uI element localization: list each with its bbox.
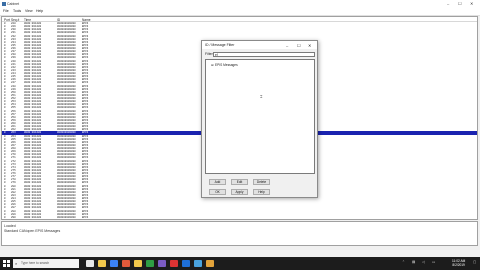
dialog-minimize-icon[interactable]: – — [286, 43, 288, 48]
taskbar: ⌕ Type here to search ⌃ ▤ ◁ ▭ 11:02 AM 8… — [0, 257, 480, 270]
apply-button[interactable]: Apply — [231, 189, 248, 195]
app-icon — [2, 1, 6, 6]
volume-icon[interactable]: ◁ — [422, 260, 425, 264]
maximize-icon[interactable]: ☐ — [458, 1, 462, 6]
language-icon[interactable]: ▭ — [432, 260, 435, 264]
col-header-port[interactable]: Port — [4, 18, 10, 22]
message-tree[interactable]: ⊞ EPIS Messages — [205, 59, 315, 174]
table-row[interactable]: 0 291 0000:004480 000000000000 EPIS — [2, 219, 477, 220]
cell-name: EPIS — [82, 219, 88, 220]
edit-button[interactable]: Edit — [231, 179, 248, 185]
dialog-maximize-icon[interactable]: ☐ — [297, 43, 301, 48]
col-header-id[interactable]: ID — [57, 18, 60, 22]
cell-time: 0000:004480 — [24, 219, 41, 220]
network-icon[interactable]: ▤ — [412, 260, 415, 264]
tree-node-epis-messages[interactable]: EPIS Messages — [215, 63, 238, 67]
dialog-close-icon[interactable]: ✕ — [308, 43, 311, 48]
taskbar-app-icon[interactable] — [182, 260, 190, 267]
search-icon: ⌕ — [15, 261, 18, 266]
status-line-2: Standard CANopen EPIS Messages — [4, 229, 61, 233]
taskbar-clock[interactable]: 11:02 AM 8/2/2019 — [452, 259, 465, 268]
filter-input[interactable]: ef — [213, 51, 315, 57]
taskbar-search-input[interactable]: ⌕ Type here to search — [13, 259, 79, 268]
search-placeholder: Type here to search — [21, 261, 50, 265]
dialog-title-bar: ID / Message Filter – ☐ ✕ — [202, 41, 317, 49]
add-button[interactable]: Add — [209, 179, 226, 185]
windows-start-icon[interactable] — [3, 260, 10, 267]
taskbar-app-icon[interactable] — [110, 260, 118, 267]
ok-button[interactable]: OK — [209, 189, 226, 195]
expand-icon[interactable]: ⊞ — [211, 63, 214, 67]
menu-tools[interactable]: Tools — [13, 9, 21, 13]
window-title: Cabinet — [7, 1, 20, 6]
menu-file[interactable]: File — [3, 9, 9, 13]
clock-date: 8/2/2019 — [452, 263, 465, 268]
delete-button[interactable]: Delete — [253, 179, 270, 185]
taskbar-app-icon[interactable] — [170, 260, 178, 267]
filter-dialog: ID / Message Filter – ☐ ✕ Filter: ef ⊞ E… — [201, 40, 318, 198]
mouse-cursor-icon: ⌶ — [260, 94, 263, 99]
menu-bar: File Tools View Help — [0, 7, 480, 16]
taskbar-app-icon[interactable] — [146, 260, 154, 267]
col-header-seq[interactable]: Seq # — [11, 18, 19, 22]
taskbar-app-icon[interactable] — [86, 260, 94, 267]
taskbar-app-icon[interactable] — [122, 260, 130, 267]
taskbar-app-icon[interactable] — [206, 260, 214, 267]
help-button[interactable]: Help — [253, 189, 270, 195]
menu-help[interactable]: Help — [36, 9, 43, 13]
taskbar-app-icon[interactable] — [158, 260, 166, 267]
cell-seq: 291 — [11, 219, 16, 220]
menu-view[interactable]: View — [25, 9, 33, 13]
minimize-icon[interactable]: – — [447, 1, 449, 6]
cell-id: 000000000000 — [57, 219, 76, 220]
status-panel: Loaded Standard CANopen EPIS Messages — [1, 221, 478, 246]
cell-port: 0 — [4, 219, 6, 220]
status-line-1: Loaded — [4, 224, 16, 228]
taskbar-app-icon[interactable] — [98, 260, 106, 267]
taskbar-app-icon[interactable] — [134, 260, 142, 267]
col-header-time[interactable]: Time — [24, 18, 31, 22]
taskbar-app-icon[interactable] — [194, 260, 202, 267]
col-header-name[interactable]: Name — [82, 18, 91, 22]
notifications-icon[interactable]: ▢ — [473, 260, 476, 264]
tray-chevron-icon[interactable]: ⌃ — [402, 260, 405, 264]
title-bar: Cabinet – ☐ ✕ — [0, 0, 480, 7]
close-icon[interactable]: ✕ — [470, 1, 473, 6]
dialog-title: ID / Message Filter — [205, 43, 235, 47]
